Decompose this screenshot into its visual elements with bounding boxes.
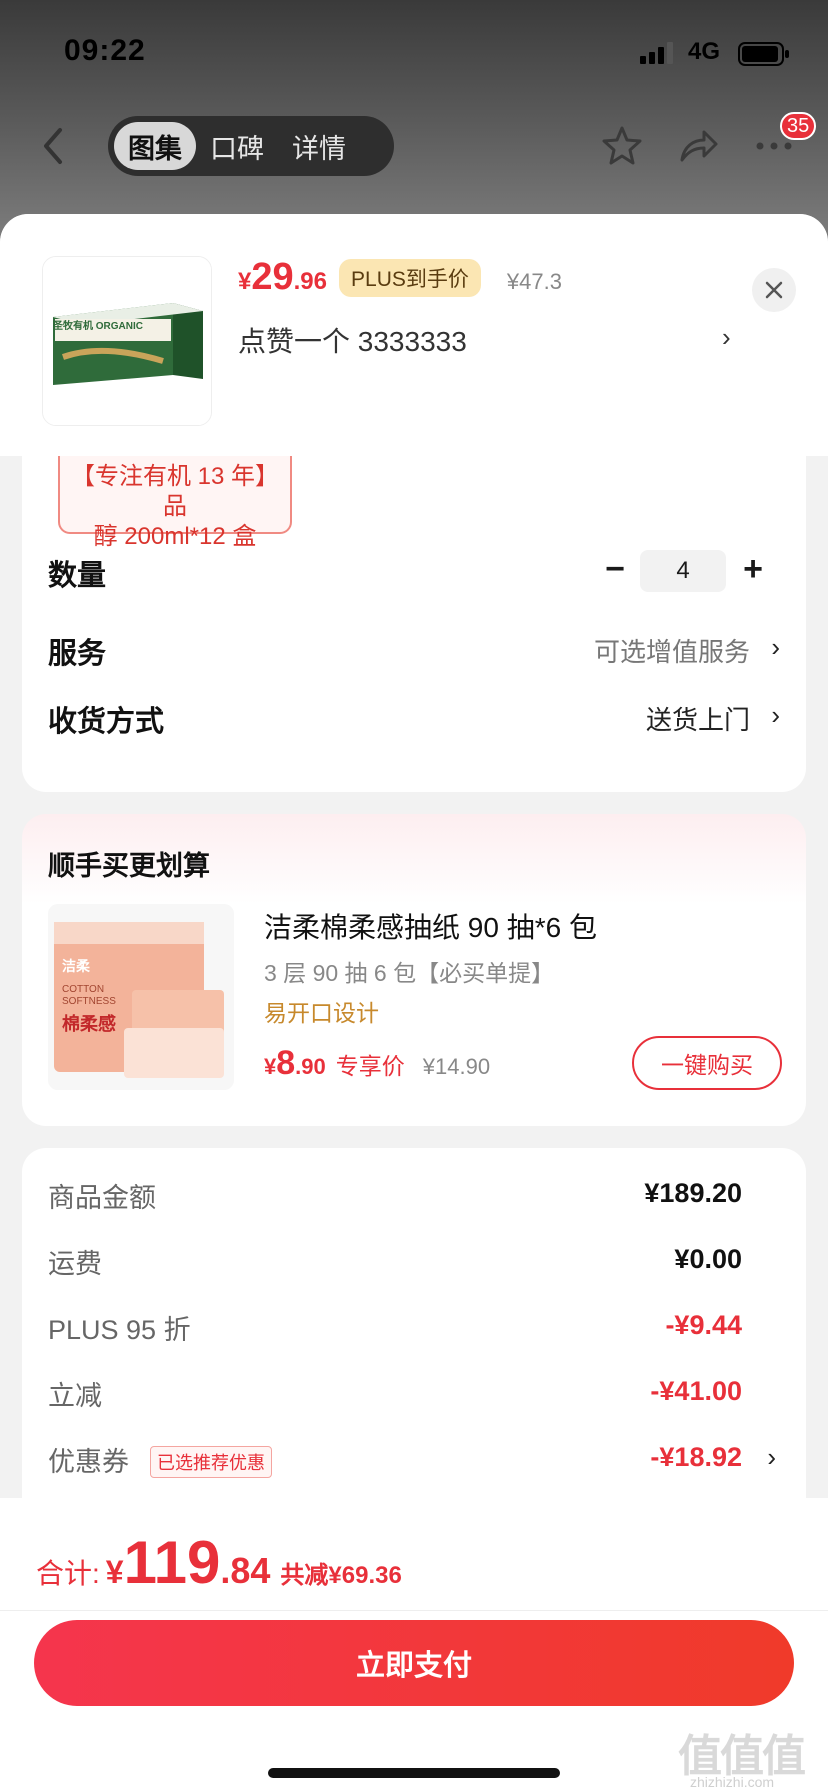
status-time: 09:22 xyxy=(64,34,146,67)
coupon-recommended-tag: 已选推荐优惠 xyxy=(150,1446,272,1478)
upsell-price-symbol: ¥ xyxy=(264,1054,277,1079)
one-click-buy-button[interactable]: 一键购买 xyxy=(632,1036,782,1090)
quantity-decrease-button[interactable]: − xyxy=(600,552,630,588)
fee-breakdown-card: 商品金额 ¥189.20 运费 ¥0.00 PLUS 95 折 -¥9.44 立… xyxy=(22,1148,806,1548)
pay-now-button[interactable]: 立即支付 xyxy=(34,1620,794,1706)
original-price: ¥47.3 xyxy=(506,269,562,294)
price-integer: 29 xyxy=(251,256,294,298)
product-thumbnail[interactable]: 圣牧有机 ORGANIC xyxy=(42,256,212,426)
home-indicator[interactable] xyxy=(268,1768,560,1778)
upsell-img-en1: COTTON xyxy=(62,984,105,995)
more-badge: 35 xyxy=(780,112,817,140)
share-icon[interactable] xyxy=(676,124,720,168)
close-icon xyxy=(765,281,783,299)
battery-icon xyxy=(738,42,789,66)
variant-tag-line2: 醇 200ml*12 盒 xyxy=(93,523,257,550)
instant-discount-label: 立减 xyxy=(48,1381,102,1411)
status-bar: 09:22 4G xyxy=(0,0,828,100)
price-decimal: .96 xyxy=(293,268,328,295)
total-label: 合计: xyxy=(36,1558,100,1589)
upsell-img-cn: 棉柔感 xyxy=(62,1014,116,1034)
instant-discount-value: -¥41.00 xyxy=(650,1376,742,1406)
chevron-right-icon[interactable]: › xyxy=(771,700,780,731)
chevron-right-icon[interactable]: › xyxy=(771,632,780,663)
checkout-footer: 合计: ¥ 119 .84 共减¥69.36 立即支付 值值值 zhizhizh… xyxy=(0,1498,828,1792)
upsell-price-row: ¥ 8 .90 专享价 ¥14.90 xyxy=(264,1044,490,1083)
service-label: 服务 xyxy=(48,638,107,670)
upsell-price-tag: 专享价 xyxy=(335,1053,405,1079)
product-summary-header: 圣牧有机 ORGANIC ¥ 29 .96 PLUS到手价 ¥47.3 点赞一个… xyxy=(0,214,828,456)
shipping-label: 运费 xyxy=(48,1249,102,1279)
thumb-text: 圣牧有机 ORGANIC xyxy=(53,321,143,332)
price-row: ¥ 29 .96 PLUS到手价 ¥47.3 xyxy=(238,256,562,300)
star-icon[interactable] xyxy=(600,124,644,168)
upsell-title: 顺手买更划算 xyxy=(48,851,210,881)
quantity-input[interactable]: 4 xyxy=(640,550,726,592)
tab-details[interactable]: 详情 xyxy=(278,122,360,170)
plus-discount-label: PLUS 95 折 xyxy=(48,1315,191,1345)
divider xyxy=(0,1610,828,1611)
total-symbol: ¥ xyxy=(105,1554,124,1590)
total-decimal: .84 xyxy=(220,1550,271,1591)
upsell-img-en2: SOFTNESS xyxy=(62,996,116,1007)
back-arrow-icon[interactable] xyxy=(36,124,72,168)
upsell-card: 顺手买更划算 洁柔 COTTON SOFTNESS 棉柔感 洁柔棉柔感抽纸 90… xyxy=(22,814,806,1126)
upsell-original-price: ¥14.90 xyxy=(422,1054,491,1079)
tab-switcher: 图集 口碑 详情 xyxy=(108,116,394,176)
quantity-increase-button[interactable]: + xyxy=(738,552,768,588)
quantity-label: 数量 xyxy=(48,560,107,592)
selected-variant[interactable]: 点赞一个 3333333 xyxy=(238,320,467,360)
total-saved: 共减¥69.36 xyxy=(280,1562,402,1589)
price-symbol: ¥ xyxy=(238,268,252,295)
goods-amount-label: 商品金额 xyxy=(48,1183,156,1213)
upsell-price-decimal: .90 xyxy=(295,1054,326,1079)
upsell-product-feature: 易开口设计 xyxy=(264,1000,379,1026)
upsell-price-integer: 8 xyxy=(276,1044,296,1082)
network-type: 4G xyxy=(688,38,721,65)
milk-box-image xyxy=(43,257,211,425)
tab-reviews[interactable]: 口碑 xyxy=(196,122,278,170)
service-value[interactable]: 可选增值服务 xyxy=(594,632,750,669)
close-button[interactable] xyxy=(752,268,796,312)
coupon-value[interactable]: -¥18.92 xyxy=(650,1442,742,1473)
plus-discount-value: -¥9.44 xyxy=(665,1310,742,1340)
coupon-label: 优惠券 xyxy=(48,1447,129,1477)
chevron-right-icon[interactable]: › xyxy=(767,1442,776,1473)
upsell-product-name[interactable]: 洁柔棉柔感抽纸 90 抽*6 包 xyxy=(264,906,597,946)
watermark-url: zhizhizhi.com xyxy=(690,1774,775,1790)
chevron-right-icon[interactable]: › xyxy=(722,322,731,353)
delivery-value[interactable]: 送货上门 xyxy=(646,700,750,737)
variant-option-tag[interactable]: 【专注有机 13 年】品 醇 200ml*12 盒 xyxy=(58,454,292,550)
delivery-label: 收货方式 xyxy=(48,706,165,738)
total-row: 合计: ¥ 119 .84 共减¥69.36 xyxy=(36,1528,402,1597)
tab-gallery[interactable]: 图集 xyxy=(114,122,196,170)
total-integer: 119 xyxy=(123,1529,221,1596)
upsell-product-image[interactable]: 洁柔 COTTON SOFTNESS 棉柔感 xyxy=(48,904,234,1090)
upsell-product-spec: 3 层 90 抽 6 包【必买单提】 xyxy=(264,960,555,986)
goods-amount-value: ¥189.20 xyxy=(644,1178,742,1208)
top-nav: 图集 口碑 详情 xyxy=(0,108,828,184)
plus-price-tag: PLUS到手价 xyxy=(339,259,481,297)
upsell-img-brand: 洁柔 xyxy=(62,958,90,974)
signal-icon xyxy=(640,42,673,64)
shipping-value: ¥0.00 xyxy=(674,1244,742,1274)
variant-tag-line1: 【专注有机 13 年】品 xyxy=(70,463,280,520)
